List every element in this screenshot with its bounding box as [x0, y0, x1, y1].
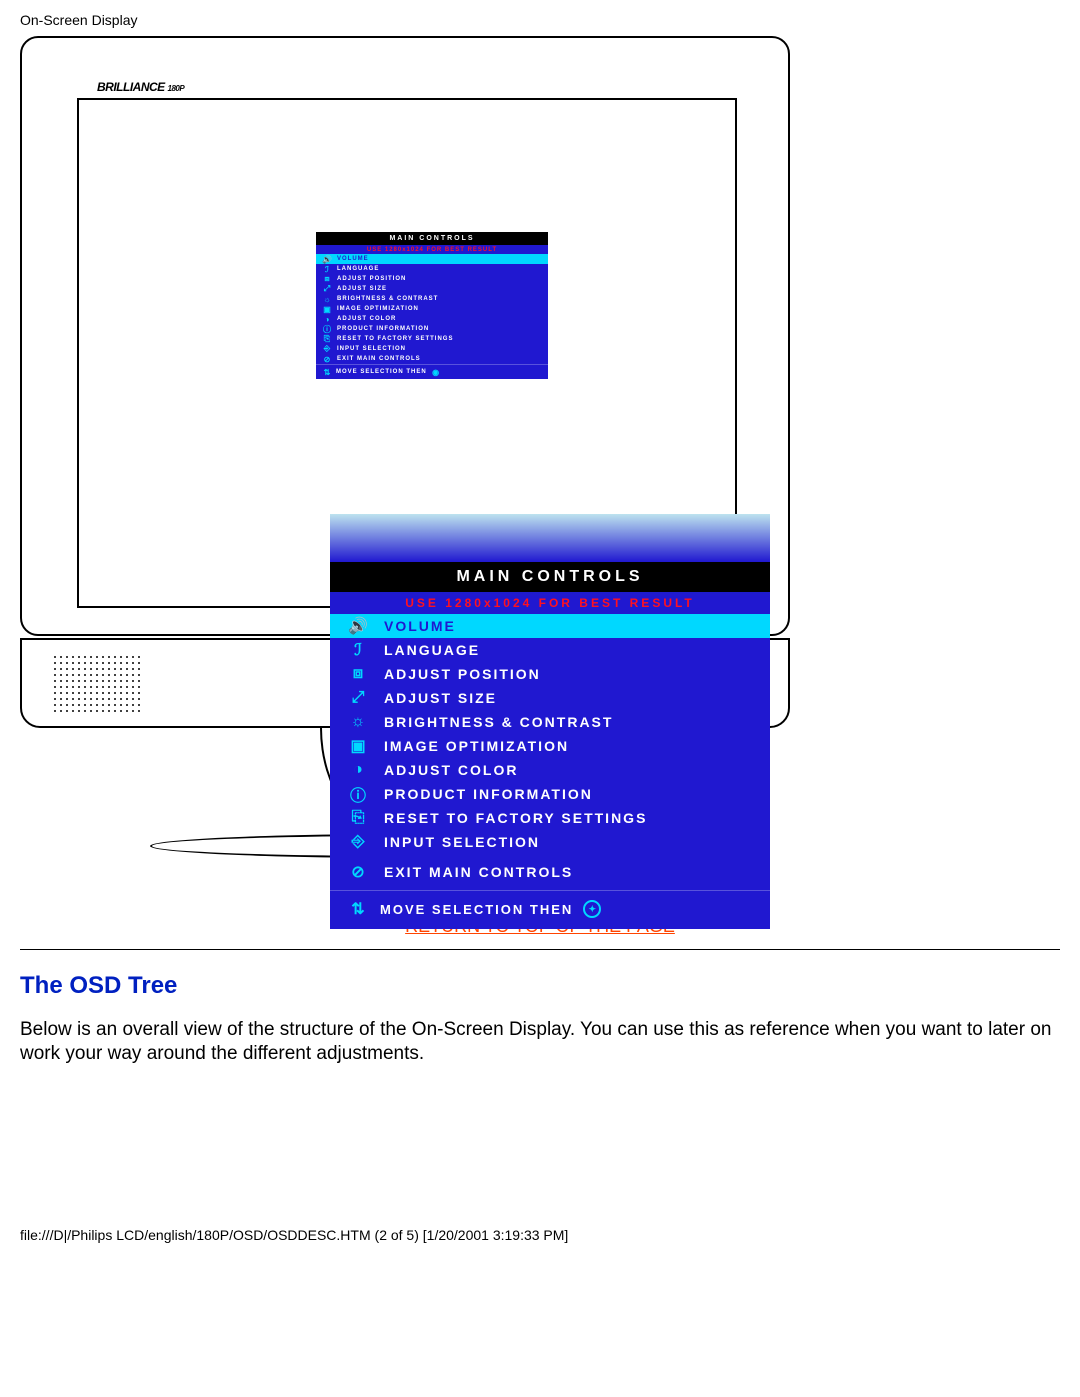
- osd-footer-text-large: MOVE SELECTION THEN: [380, 902, 573, 917]
- osd-item-label: EXIT MAIN CONTROLS: [384, 864, 573, 880]
- osd-item-label: ADJUST COLOR: [384, 762, 518, 778]
- info-icon: ⓘ: [346, 784, 370, 804]
- osd-item-brightness-contrast[interactable]: ☼ BRIGHTNESS & CONTRAST: [330, 710, 770, 734]
- osd-title-small: MAIN CONTROLS: [316, 232, 548, 245]
- speaker-grille-left: [52, 654, 142, 714]
- volume-icon: 🔊: [346, 616, 370, 636]
- osd-item-volume[interactable]: 🔊 VOLUME: [330, 614, 770, 638]
- monitor-illustration: BRILLIANCE 180P MAIN CONTROLS USE 1280x1…: [20, 36, 960, 906]
- osd-footer-small: ⇅ MOVE SELECTION THEN ◉: [316, 364, 548, 379]
- osd-item-label: RESET TO FACTORY SETTINGS: [337, 336, 453, 342]
- size-icon: ⤢: [346, 688, 370, 708]
- move-selection-icon: ⇅: [346, 899, 370, 919]
- page-header-title: On-Screen Display: [20, 12, 1060, 28]
- info-icon: ⓘ: [322, 325, 332, 333]
- osd-item-image-optimization[interactable]: ▣ IMAGE OPTIMIZATION: [316, 304, 548, 314]
- osd-item-label: IMAGE OPTIMIZATION: [384, 738, 569, 754]
- osd-menu-large: MAIN CONTROLS USE 1280x1024 FOR BEST RES…: [330, 514, 770, 929]
- horizontal-rule: [20, 949, 1060, 950]
- osd-item-reset-to-factory-settings[interactable]: ⎘ RESET TO FACTORY SETTINGS: [330, 806, 770, 830]
- osd-item-label: INPUT SELECTION: [384, 834, 540, 850]
- osd-item-language[interactable]: ℐ LANGUAGE: [316, 264, 548, 274]
- reset-icon: ⎘: [346, 808, 370, 828]
- section-body-text: Below is an overall view of the structur…: [20, 1018, 1060, 1067]
- position-icon: ⧈: [346, 664, 370, 684]
- osd-hint-small: USE 1280x1024 FOR BEST RESULT: [316, 245, 548, 254]
- osd-menu-small: MAIN CONTROLS USE 1280x1024 FOR BEST RES…: [316, 232, 548, 379]
- brightness-icon: ☼: [322, 295, 332, 303]
- position-icon: ⧈: [322, 275, 332, 283]
- brand-model: 180P: [168, 84, 185, 93]
- brand-text: BRILLIANCE: [97, 80, 165, 94]
- osd-item-label: EXIT MAIN CONTROLS: [337, 356, 421, 362]
- osd-item-exit-main-controls[interactable]: ⊘ EXIT MAIN CONTROLS: [316, 354, 548, 364]
- move-selection-icon: ⇅: [322, 368, 332, 376]
- osd-item-product-information[interactable]: ⓘ PRODUCT INFORMATION: [316, 324, 548, 334]
- osd-item-label: LANGUAGE: [384, 642, 480, 658]
- input-icon: ⎆: [346, 832, 370, 852]
- osd-item-label: PRODUCT INFORMATION: [337, 326, 429, 332]
- brightness-icon: ☼: [346, 712, 370, 732]
- osd-item-adjust-position[interactable]: ⧈ ADJUST POSITION: [316, 274, 548, 284]
- osd-item-exit-main-controls[interactable]: ⊘ EXIT MAIN CONTROLS: [330, 860, 770, 884]
- osd-item-product-information[interactable]: ⓘ PRODUCT INFORMATION: [330, 782, 770, 806]
- osd-item-image-optimization[interactable]: ▣ IMAGE OPTIMIZATION: [330, 734, 770, 758]
- osd-items-large: 🔊 VOLUME ℐ LANGUAGE ⧈ ADJUST POSITION ⤢ ADJUST …: [330, 614, 770, 884]
- input-icon: ⎆: [322, 345, 332, 353]
- osd-item-input-selection[interactable]: ⎆ INPUT SELECTION: [316, 344, 548, 354]
- ok-icon: ◉: [431, 368, 441, 376]
- section-heading-osd-tree: The OSD Tree: [20, 972, 1060, 1000]
- osd-item-adjust-size[interactable]: ⤢ ADJUST SIZE: [316, 284, 548, 294]
- osd-footer-large: ⇅ MOVE SELECTION THEN ✦: [330, 890, 770, 929]
- reset-icon: ⎘: [322, 335, 332, 343]
- page-footer-path: file:///D|/Philips LCD/english/180P/OSD/…: [20, 1227, 1060, 1243]
- osd-item-adjust-size[interactable]: ⤢ ADJUST SIZE: [330, 686, 770, 710]
- osd-item-label: ADJUST POSITION: [384, 666, 541, 682]
- osd-item-input-selection[interactable]: ⎆ INPUT SELECTION: [330, 830, 770, 854]
- osd-item-label: VOLUME: [384, 618, 456, 634]
- osd-item-label: INPUT SELECTION: [337, 346, 406, 352]
- osd-item-adjust-color[interactable]: ◑ ADJUST COLOR: [330, 758, 770, 782]
- osd-item-label: ADJUST SIZE: [384, 690, 497, 706]
- osd-item-volume[interactable]: 🔊 VOLUME: [316, 254, 548, 264]
- osd-item-label: BRIGHTNESS & CONTRAST: [337, 296, 438, 302]
- ok-icon: ✦: [583, 900, 601, 918]
- language-icon: ℐ: [346, 640, 370, 660]
- osd-zoom-gradient: [330, 514, 770, 562]
- osd-item-language[interactable]: ℐ LANGUAGE: [330, 638, 770, 662]
- size-icon: ⤢: [322, 285, 332, 293]
- osd-item-adjust-color[interactable]: ◑ ADJUST COLOR: [316, 314, 548, 324]
- optimize-icon: ▣: [322, 305, 332, 313]
- osd-item-label: LANGUAGE: [337, 266, 379, 272]
- osd-item-label: VOLUME: [337, 256, 369, 262]
- exit-icon: ⊘: [322, 355, 332, 363]
- osd-item-brightness-contrast[interactable]: ☼ BRIGHTNESS & CONTRAST: [316, 294, 548, 304]
- osd-item-label: BRIGHTNESS & CONTRAST: [384, 714, 613, 730]
- osd-items-small: 🔊 VOLUME ℐ LANGUAGE ⧈ ADJUST POSITION ⤢ ADJUST …: [316, 254, 548, 364]
- osd-footer-text-small: MOVE SELECTION THEN: [336, 369, 427, 375]
- osd-title-large: MAIN CONTROLS: [330, 562, 770, 592]
- monitor-brand-label: BRILLIANCE 180P: [97, 80, 184, 94]
- osd-item-label: PRODUCT INFORMATION: [384, 786, 593, 802]
- color-icon: ◑: [346, 760, 370, 780]
- osd-hint-large: USE 1280x1024 FOR BEST RESULT: [330, 592, 770, 614]
- osd-item-label: ADJUST POSITION: [337, 276, 406, 282]
- osd-item-label: RESET TO FACTORY SETTINGS: [384, 810, 647, 826]
- language-icon: ℐ: [322, 265, 332, 273]
- optimize-icon: ▣: [346, 736, 370, 756]
- exit-icon: ⊘: [346, 862, 370, 882]
- osd-item-label: ADJUST SIZE: [337, 286, 387, 292]
- osd-item-adjust-position[interactable]: ⧈ ADJUST POSITION: [330, 662, 770, 686]
- osd-item-reset-to-factory-settings[interactable]: ⎘ RESET TO FACTORY SETTINGS: [316, 334, 548, 344]
- osd-item-label: ADJUST COLOR: [337, 316, 396, 322]
- osd-item-label: IMAGE OPTIMIZATION: [337, 306, 419, 312]
- color-icon: ◑: [322, 315, 332, 323]
- volume-icon: 🔊: [322, 255, 332, 263]
